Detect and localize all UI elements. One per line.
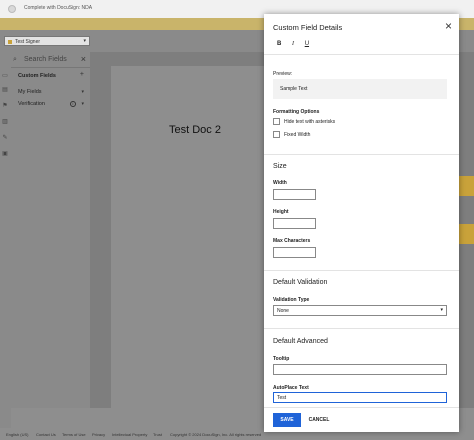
- tags-icon[interactable]: ⚑: [2, 103, 8, 109]
- chevron-down-icon: ▾: [83, 38, 86, 44]
- sidebar-item-custom-fields[interactable]: Custom Fields: [18, 73, 56, 79]
- close-icon[interactable]: ×: [445, 19, 452, 33]
- signer-color-icon: [8, 40, 12, 44]
- divider: [11, 67, 90, 68]
- preview-text: Sample Text: [280, 86, 308, 92]
- custom-field-details-dialog: Custom Field Details × B I U Preview: Sa…: [264, 14, 459, 432]
- signer-select[interactable]: Test Signer ▾: [4, 36, 90, 46]
- add-icon[interactable]: +: [80, 71, 84, 78]
- tool-rail: ▭ ▤ ⚑ ▥ ✎ ▣: [0, 52, 11, 428]
- tooltip-label: Tooltip: [273, 356, 290, 362]
- comment-icon[interactable]: ▤: [2, 87, 8, 93]
- divider: [264, 270, 459, 271]
- max-characters-field[interactable]: [273, 247, 316, 258]
- autoplace-text-label: AutoPlace Text: [273, 385, 309, 391]
- dialog-actions: SAVE CANCEL: [264, 407, 459, 432]
- validation-type-value: None: [277, 308, 289, 314]
- format-toolbar: B I U: [277, 41, 318, 47]
- window-title: Complete with DocuSign: NDA: [24, 5, 93, 11]
- image-icon[interactable]: ▣: [2, 151, 8, 157]
- document-icon[interactable]: ▥: [2, 119, 8, 125]
- height-field[interactable]: [273, 218, 316, 229]
- footer-link[interactable]: Trust: [153, 432, 162, 437]
- width-field[interactable]: [273, 189, 316, 200]
- chevron-down-icon[interactable]: ▾: [81, 89, 84, 95]
- height-label: Height: [273, 209, 289, 215]
- max-characters-label: Max Characters: [273, 238, 311, 244]
- fixed-width-label: Fixed Width: [284, 132, 311, 138]
- dialog-title: Custom Field Details: [273, 23, 343, 32]
- validation-type-label: Validation Type: [273, 297, 310, 303]
- close-icon[interactable]: ×: [81, 54, 86, 64]
- cancel-button[interactable]: CANCEL: [307, 413, 331, 427]
- sidebar-item-my-fields[interactable]: My Fields: [18, 89, 42, 95]
- copyright-text: Copyright © 2024 DocuSign, Inc. All righ…: [170, 432, 262, 437]
- footer-link[interactable]: Terms of Use: [62, 432, 86, 437]
- footer-link[interactable]: English (US): [6, 432, 28, 437]
- footer-link[interactable]: Privacy: [92, 432, 105, 437]
- tooltip-field[interactable]: [273, 364, 447, 375]
- preview-label: Preview:: [273, 71, 293, 77]
- signer-name: Test Signer: [15, 39, 41, 45]
- chevron-down-icon: ▾: [440, 307, 443, 313]
- autoplace-text-field[interactable]: [273, 392, 447, 403]
- validation-type-select[interactable]: None ▾: [273, 305, 447, 316]
- signature-tab[interactable]: [458, 224, 474, 244]
- fixed-width-checkbox[interactable]: [273, 131, 280, 138]
- advanced-section-title: Default Advanced: [273, 338, 328, 345]
- dialog-body: B I U Preview: Sample Text Formatting Op…: [264, 38, 459, 406]
- bold-button[interactable]: B: [277, 41, 281, 47]
- fields-sidebar: ⌕ Search Fields × Custom Fields + My Fie…: [11, 52, 90, 408]
- footer-link[interactable]: Intellectual Property: [112, 432, 147, 437]
- document-title: Test Doc 2: [169, 124, 221, 136]
- chevron-down-icon[interactable]: ▾: [81, 101, 84, 107]
- underline-button[interactable]: U: [305, 41, 309, 47]
- italic-button[interactable]: I: [292, 41, 294, 47]
- pen-icon[interactable]: ✎: [2, 135, 8, 141]
- document-page: Test Doc 2: [111, 66, 284, 408]
- save-button[interactable]: SAVE: [273, 413, 301, 427]
- fields-icon[interactable]: ▭: [2, 73, 8, 79]
- divider: [264, 328, 459, 329]
- size-section-title: Size: [273, 163, 287, 170]
- formatting-options-label: Formatting Options: [273, 109, 320, 115]
- search-icon: ⌕: [13, 56, 17, 63]
- sidebar-item-verification[interactable]: Verification: [18, 101, 45, 107]
- info-icon[interactable]: i: [70, 101, 76, 107]
- docusign-logo-icon: [8, 5, 16, 13]
- search-input[interactable]: Search Fields: [24, 56, 67, 63]
- divider: [264, 154, 459, 155]
- footer-link[interactable]: Contact Us: [36, 432, 56, 437]
- preview-box: Sample Text: [273, 79, 447, 99]
- validation-section-title: Default Validation: [273, 279, 328, 286]
- signature-tab[interactable]: [458, 176, 474, 196]
- width-label: Width: [273, 180, 287, 186]
- hide-text-checkbox[interactable]: [273, 118, 280, 125]
- divider: [264, 54, 459, 55]
- hide-text-label: Hide text with asterisks: [284, 119, 336, 125]
